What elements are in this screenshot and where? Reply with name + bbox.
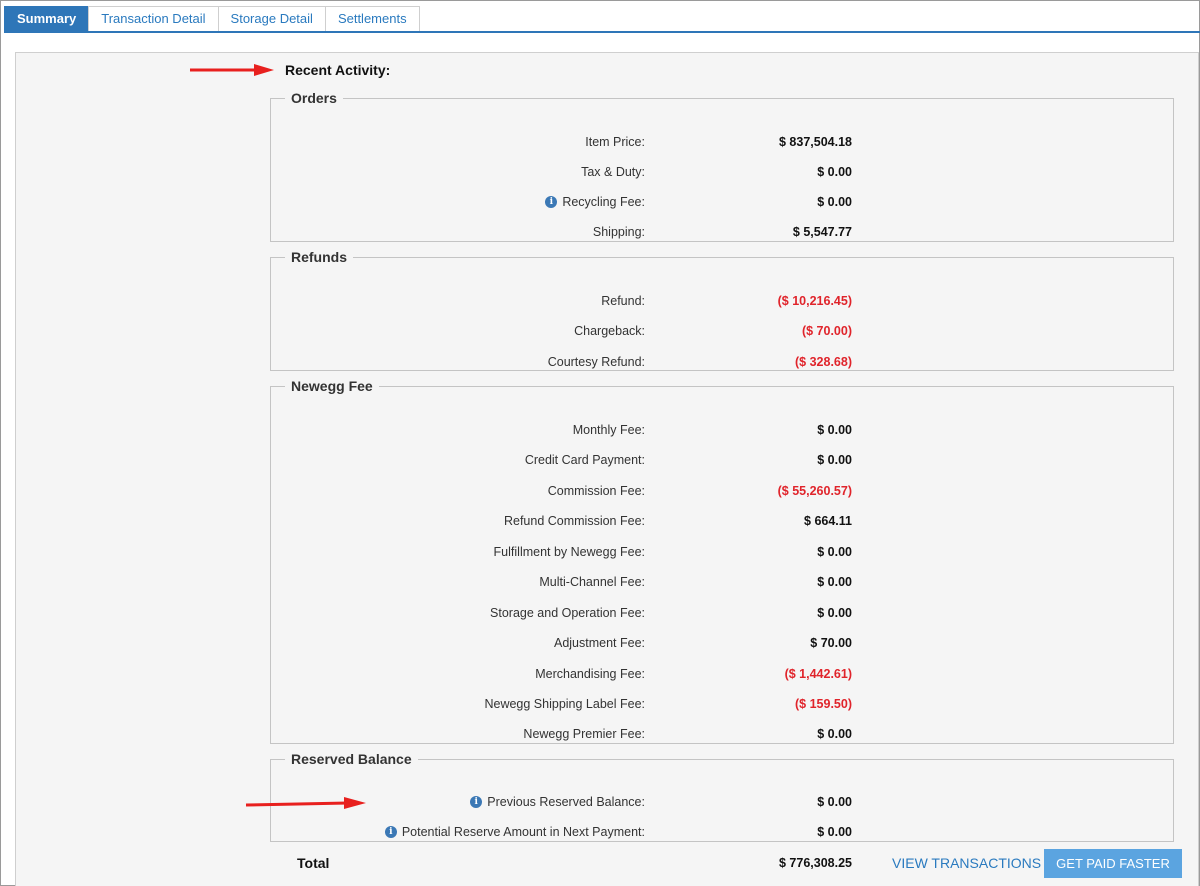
refund-commission-value: $ 664.11 [804,514,852,528]
fulfillment-label: Fulfillment by Newegg Fee: [493,545,645,559]
shipping-value: $ 5,547.77 [792,225,852,239]
recycling-fee-text: Recycling Fee: [562,195,645,209]
storage-operation-label: Storage and Operation Fee: [490,606,645,620]
tab-summary[interactable]: Summary [4,6,90,32]
potential-reserve-text: Potential Reserve Amount in Next Payment… [401,825,645,839]
commission-fee-label: Commission Fee: [547,484,645,498]
newegg-fee-group: Newegg Fee Monthly Fee: $ 0.00 Credit Ca… [270,378,1174,744]
courtesy-refund-row: Courtesy Refund: ($ 328.68) [271,353,1173,373]
premier-fee-value: $ 0.00 [817,727,852,741]
red-arrow-icon [245,797,366,809]
chargeback-label: Chargeback: [574,324,645,338]
recycling-fee-label: i Recycling Fee: [545,193,645,211]
premier-fee-row: Newegg Premier Fee: $ 0.00 [271,725,1173,745]
fulfillment-value: $ 0.00 [817,545,852,559]
courtesy-refund-value: ($ 328.68) [795,355,852,369]
recent-activity-heading: Recent Activity: [285,62,391,78]
previous-reserved-value: $ 0.00 [817,795,852,809]
tab-transaction-detail[interactable]: Transaction Detail [88,6,219,32]
previous-reserved-row: i Previous Reserved Balance: $ 0.00 [271,793,1173,813]
potential-reserve-value: $ 0.00 [817,825,852,839]
reserved-balance-title: Reserved Balance [291,751,412,767]
get-paid-faster-button[interactable]: GET PAID FASTER [1044,849,1182,878]
newegg-fee-title: Newegg Fee [291,378,373,394]
orders-recycling-row: i Recycling Fee: $ 0.00 [271,193,1173,213]
item-price-value: $ 837,504.18 [779,135,852,149]
storage-operation-value: $ 0.00 [817,606,852,620]
reserved-balance-group: Reserved Balance i Previous Reserved Bal… [270,751,1174,842]
refunds-title: Refunds [291,249,347,265]
commission-fee-row: Commission Fee: ($ 55,260.57) [271,482,1173,502]
tax-duty-label: Tax & Duty: [581,165,645,179]
merchandising-fee-row: Merchandising Fee: ($ 1,442.61) [271,665,1173,685]
refund-commission-label: Refund Commission Fee: [503,514,645,528]
chargeback-row: Chargeback: ($ 70.00) [271,322,1173,342]
refund-value: ($ 10,216.45) [777,294,852,308]
previous-reserved-label: i Previous Reserved Balance: [470,793,645,811]
shipping-label: Shipping: [592,225,645,239]
credit-card-row: Credit Card Payment: $ 0.00 [271,451,1173,471]
total-value: $ 776,308.25 [779,856,852,870]
refund-row: Refund: ($ 10,216.45) [271,292,1173,312]
adjustment-fee-label: Adjustment Fee: [553,636,645,650]
storage-operation-row: Storage and Operation Fee: $ 0.00 [271,604,1173,624]
orders-shipping-row: Shipping: $ 5,547.77 [271,223,1173,243]
commission-fee-value: ($ 55,260.57) [777,484,852,498]
credit-card-value: $ 0.00 [817,453,852,467]
orders-title: Orders [291,90,337,106]
adjustment-fee-row: Adjustment Fee: $ 70.00 [271,634,1173,654]
info-icon[interactable]: i [545,196,558,208]
credit-card-label: Credit Card Payment: [524,453,645,467]
monthly-fee-row: Monthly Fee: $ 0.00 [271,421,1173,441]
orders-group: Orders Item Price: $ 837,504.18 Tax & Du… [270,90,1174,242]
tab-settlements[interactable]: Settlements [324,6,420,32]
monthly-fee-label: Monthly Fee: [572,423,645,437]
total-label: Total [297,855,330,871]
info-icon[interactable]: i [470,796,483,808]
chargeback-value: ($ 70.00) [801,324,852,338]
merchandising-fee-label: Merchandising Fee: [535,667,645,681]
shipping-label-fee-row: Newegg Shipping Label Fee: ($ 159.50) [271,695,1173,715]
refunds-group: Refunds Refund: ($ 10,216.45) Chargeback… [270,249,1174,371]
previous-reserved-text: Previous Reserved Balance: [487,795,645,809]
recycling-fee-value: $ 0.00 [817,195,852,209]
multi-channel-value: $ 0.00 [817,575,852,589]
orders-item-price-row: Item Price: $ 837,504.18 [271,133,1173,153]
multi-channel-label: Multi-Channel Fee: [539,575,645,589]
tax-duty-value: $ 0.00 [817,165,852,179]
monthly-fee-value: $ 0.00 [817,423,852,437]
tab-storage-detail[interactable]: Storage Detail [217,6,326,32]
premier-fee-label: Newegg Premier Fee: [523,727,645,741]
potential-reserve-row: i Potential Reserve Amount in Next Payme… [271,823,1173,843]
courtesy-refund-label: Courtesy Refund: [547,355,645,369]
red-arrow-icon [190,64,274,76]
view-transactions-link[interactable]: VIEW TRANSACTIONS [892,855,1041,871]
merchandising-fee-value: ($ 1,442.61) [784,667,852,681]
adjustment-fee-value: $ 70.00 [810,636,852,650]
tab-underline [4,31,1200,33]
tab-bar: Summary Transaction Detail Storage Detai… [4,6,420,32]
potential-reserve-label: i Potential Reserve Amount in Next Payme… [384,823,645,841]
shipping-label-fee-value: ($ 159.50) [795,697,852,711]
refund-commission-row: Refund Commission Fee: $ 664.11 [271,512,1173,532]
fulfillment-row: Fulfillment by Newegg Fee: $ 0.00 [271,543,1173,563]
info-icon[interactable]: i [384,826,397,838]
shipping-label-fee-label: Newegg Shipping Label Fee: [484,697,645,711]
orders-tax-row: Tax & Duty: $ 0.00 [271,163,1173,183]
item-price-label: Item Price: [585,135,645,149]
refund-label: Refund: [601,294,645,308]
multi-channel-row: Multi-Channel Fee: $ 0.00 [271,573,1173,593]
